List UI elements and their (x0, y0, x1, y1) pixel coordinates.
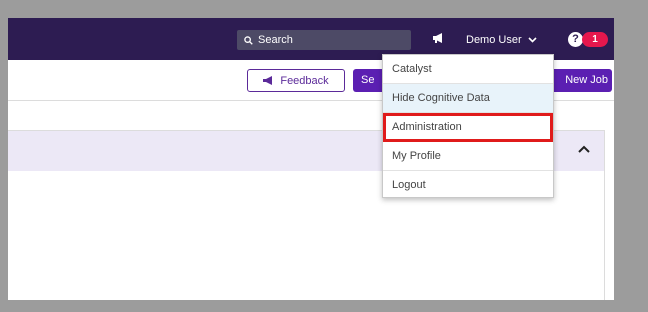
search-placeholder: Search (258, 34, 293, 46)
help-icon[interactable]: ? (568, 32, 583, 47)
user-menu[interactable]: Demo User (466, 30, 537, 50)
chevron-down-icon (528, 37, 537, 43)
new-job-button[interactable]: New Job (548, 69, 612, 92)
menu-item-my-profile[interactable]: My Profile (383, 142, 553, 171)
search-icon (244, 35, 253, 45)
megaphone-icon[interactable] (431, 31, 445, 45)
menu-item-label: Catalyst (392, 63, 432, 75)
menu-item-label: Hide Cognitive Data (392, 92, 490, 104)
user-dropdown-menu: Catalyst Hide Cognitive Data Administrat… (382, 54, 554, 198)
feedback-label: Feedback (280, 74, 329, 87)
user-name: Demo User (466, 34, 522, 46)
menu-item-label: Administration (392, 121, 462, 133)
app-window: Search Demo User ? 1 Feedback Se New Job (8, 18, 614, 300)
search-box[interactable]: Search (237, 30, 411, 50)
notification-badge[interactable]: 1 (582, 32, 608, 47)
menu-item-catalyst[interactable]: Catalyst (383, 55, 553, 84)
menu-item-label: Logout (392, 179, 426, 191)
partial-button-label: Se (361, 74, 375, 86)
menu-item-logout[interactable]: Logout (383, 171, 553, 199)
chevron-up-icon[interactable] (578, 145, 590, 153)
menu-item-label: My Profile (392, 150, 441, 162)
megaphone-icon (263, 76, 273, 85)
feedback-button[interactable]: Feedback (247, 69, 345, 92)
menu-item-administration[interactable]: Administration (383, 113, 553, 142)
new-job-label: New Job (565, 74, 608, 86)
menu-item-hide-cognitive-data[interactable]: Hide Cognitive Data (383, 84, 553, 113)
